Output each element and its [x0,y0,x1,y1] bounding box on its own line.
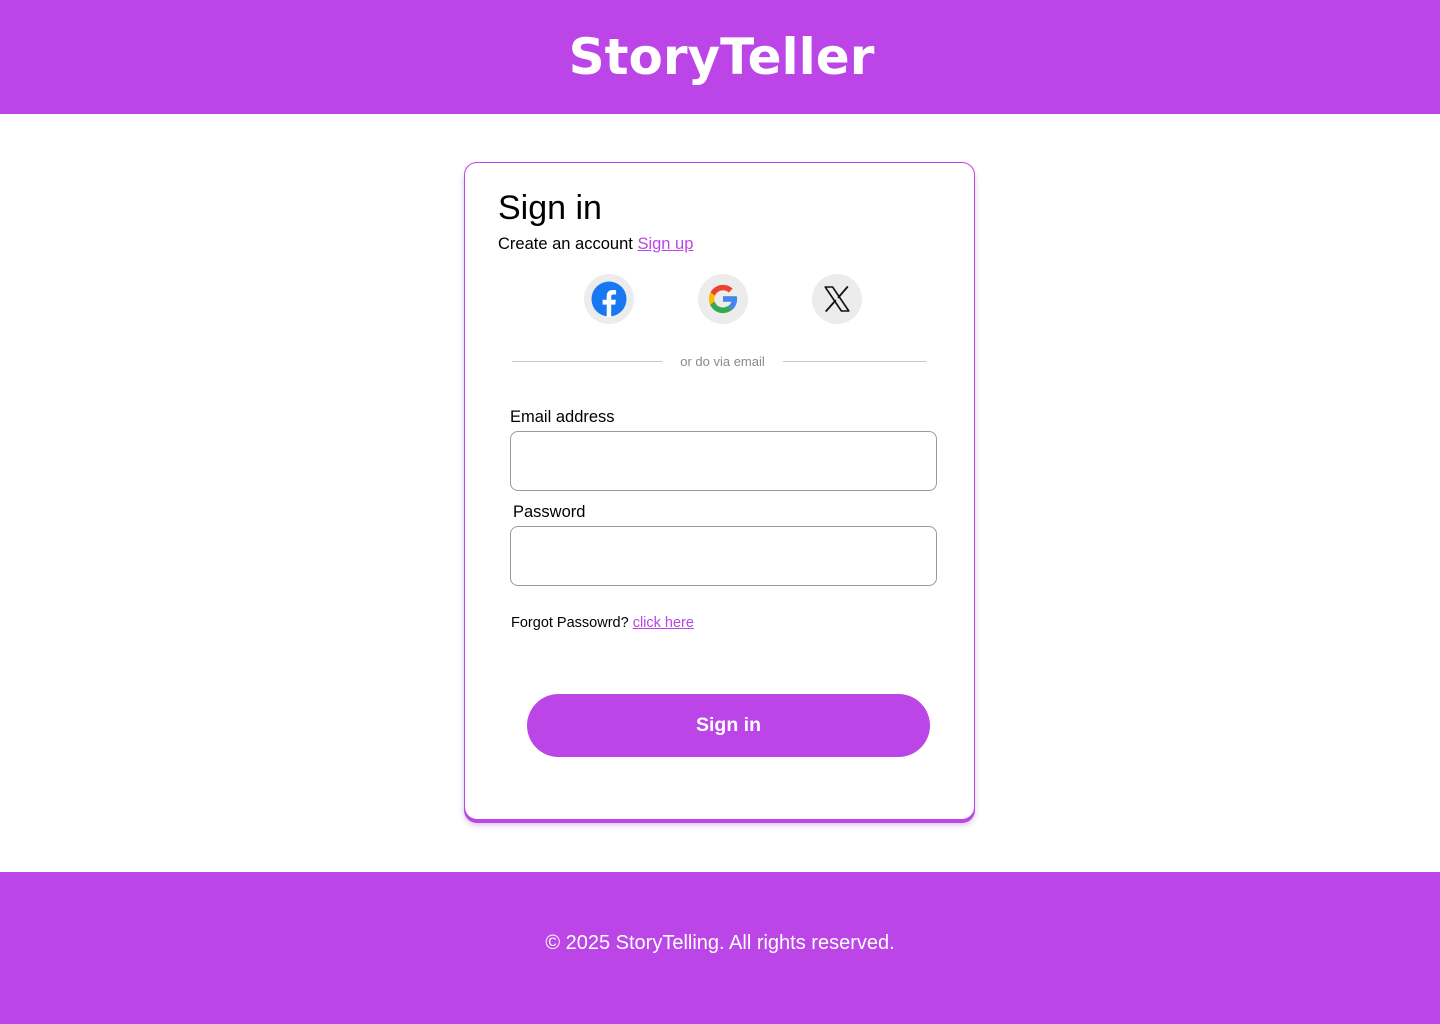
signin-title: Sign in [498,189,602,227]
facebook-icon [591,281,627,317]
forgot-password-row: Forgot Passowrd? click here [511,615,694,631]
divider-text: or do via email [680,354,765,369]
email-input[interactable] [510,431,937,491]
x-icon [824,286,850,312]
password-label: Password [513,503,586,521]
facebook-login-button[interactable] [584,274,634,324]
x-login-button[interactable] [812,274,862,324]
signup-link[interactable]: Sign up [637,235,693,253]
signin-card: Sign in Create an account Sign up or do … [464,162,975,820]
forgot-password-text: Forgot Passowrd? [511,615,629,631]
divider-line-left [512,361,662,362]
site-header: StoryTeller [0,0,1440,114]
forgot-password-link[interactable]: click here [633,615,694,631]
google-login-button[interactable] [698,274,748,324]
site-title: StoryTeller [568,28,875,86]
site-footer: © 2025 StoryTelling. All rights reserved… [0,872,1440,1024]
google-icon [708,284,738,314]
create-account-row: Create an account Sign up [498,235,693,254]
signin-button[interactable]: Sign in [527,694,930,757]
divider-line-right [783,361,926,362]
email-label: Email address [510,408,615,426]
password-input[interactable] [510,526,937,586]
copyright-text: © 2025 StoryTelling. All rights reserved… [545,931,895,954]
create-account-text: Create an account [498,235,633,253]
